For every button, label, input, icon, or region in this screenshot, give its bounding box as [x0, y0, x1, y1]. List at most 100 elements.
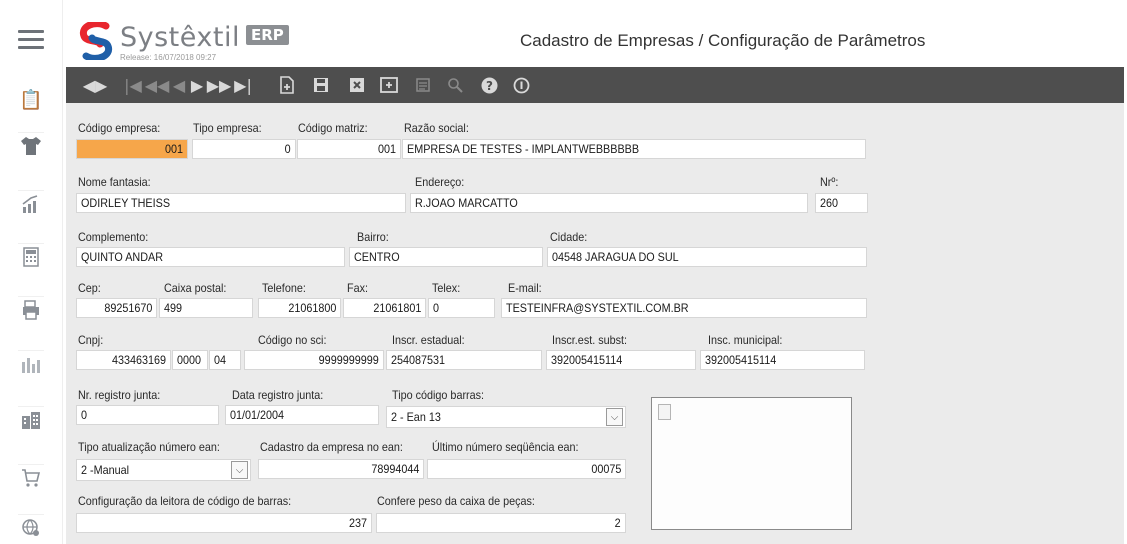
tipo-atualizacao-ean-label: Tipo atualização número ean:: [78, 440, 220, 454]
svg-text:?: ?: [486, 79, 493, 93]
data-registro-junta-field[interactable]: 01/01/2004: [225, 405, 379, 425]
search-icon[interactable]: [444, 73, 466, 97]
cadastro-empresa-ean-field[interactable]: 78994044: [258, 459, 424, 479]
caixa-postal-label: Caixa postal:: [164, 281, 227, 295]
clipboard-icon[interactable]: 📋: [18, 86, 44, 112]
fast-forward-icon[interactable]: ▶▶: [207, 73, 232, 97]
config-leitora-field[interactable]: 237: [76, 513, 372, 533]
telex-label: Telex:: [432, 281, 461, 295]
next-record-icon[interactable]: ▶: [190, 73, 204, 97]
copy-icon[interactable]: [378, 73, 400, 97]
help-icon[interactable]: ?: [478, 73, 500, 97]
numero-label: Nrº:: [820, 175, 839, 189]
ultimo-numero-ean-label: Último número seqüência ean:: [432, 440, 579, 454]
insc-municipal-label: Insc. municipal:: [708, 333, 783, 347]
chevron-down-icon[interactable]: ⌵: [231, 461, 248, 479]
tipo-atualizacao-ean-select[interactable]: 2 -Manual: [76, 459, 251, 481]
nr-registro-junta-field[interactable]: 0: [76, 405, 219, 425]
ultimo-numero-ean-field[interactable]: 00075: [427, 459, 626, 479]
prev-next-icon[interactable]: ◀▶: [78, 73, 112, 97]
cnpj-label: Cnpj:: [78, 333, 104, 347]
confere-peso-label: Confere peso da caixa de peças:: [377, 494, 535, 508]
inscr-est-subst-label: Inscr.est. subst:: [552, 333, 628, 347]
endereco-field[interactable]: R.JOAO MARCATTO: [410, 193, 808, 213]
printer-icon[interactable]: [18, 296, 44, 323]
confere-peso-field[interactable]: 2: [376, 513, 626, 533]
company-image-box[interactable]: [651, 397, 852, 530]
save-icon[interactable]: [310, 73, 332, 97]
cidade-name: JARAGUA DO SUL: [585, 250, 679, 264]
menu-icon[interactable]: [18, 30, 44, 50]
bairro-label: Bairro:: [357, 230, 389, 244]
fast-rewind-icon[interactable]: ◀◀: [145, 73, 170, 97]
factory-chart-icon[interactable]: [18, 350, 44, 377]
release-info: Release: 16/07/2018 09:27: [120, 53, 217, 62]
inscr-est-subst-field[interactable]: 392005415114: [546, 350, 696, 370]
codigo-matriz-field[interactable]: 001: [297, 139, 401, 159]
tipo-empresa-field[interactable]: 0: [192, 139, 296, 159]
endereco-label: Endereço:: [415, 175, 465, 189]
cep-field[interactable]: 89251670: [76, 298, 157, 318]
calculator-icon[interactable]: [18, 243, 44, 270]
razao-social-label: Razão social:: [404, 121, 469, 135]
fax-field[interactable]: 21061801: [343, 298, 426, 318]
numero-field[interactable]: 260: [815, 193, 868, 213]
globe-settings-icon[interactable]: [18, 514, 44, 541]
fax-label: Fax:: [347, 281, 369, 295]
nome-fantasia-field[interactable]: ODIRLEY THEISS: [76, 193, 406, 213]
logo-mark-icon: [79, 22, 113, 60]
report-icon[interactable]: [412, 73, 434, 97]
codigo-matriz-label: Código matriz:: [298, 121, 368, 135]
cep-label: Cep:: [78, 281, 101, 295]
caixa-postal-field[interactable]: 499: [159, 298, 253, 318]
insc-municipal-field[interactable]: 392005415114: [700, 350, 865, 370]
inscr-estadual-field[interactable]: 254087531: [386, 350, 542, 370]
logo-badge: ERP: [246, 25, 289, 45]
cnpj-part1-field[interactable]: 433463169: [76, 350, 171, 370]
first-record-icon[interactable]: |◀: [124, 73, 142, 97]
telex-field[interactable]: 0: [428, 298, 495, 318]
new-record-icon[interactable]: [276, 73, 298, 97]
cadastro-empresa-ean-label: Cadastro da empresa no ean:: [260, 440, 403, 454]
nome-fantasia-label: Nome fantasia:: [78, 175, 151, 189]
chevron-down-icon[interactable]: ⌵: [606, 408, 623, 426]
chart-icon[interactable]: [18, 190, 44, 217]
shirt-icon[interactable]: [18, 132, 44, 159]
broken-image-icon: [658, 404, 671, 420]
sidebar: 📋: [0, 0, 63, 544]
last-record-icon[interactable]: ▶|: [234, 73, 252, 97]
app-logo: Systêxtil ERP Release: 16/07/2018 09:27: [76, 18, 316, 66]
email-field[interactable]: TESTEINFRA@SYSTEXTIL.COM.BR: [501, 298, 867, 318]
telefone-label: Telefone:: [262, 281, 306, 295]
data-registro-junta-label: Data registro junta:: [232, 388, 324, 402]
buildings-icon[interactable]: [18, 406, 44, 433]
logo-text: Systêxtil: [120, 22, 240, 53]
cidade-code: 04548: [552, 250, 583, 264]
tipo-empresa-label: Tipo empresa:: [193, 121, 262, 135]
prev-record-icon[interactable]: ◀: [172, 73, 186, 97]
codigo-empresa-field[interactable]: 001: [76, 139, 188, 159]
info-icon[interactable]: [510, 73, 532, 97]
codigo-sci-field[interactable]: 9999999999: [244, 350, 384, 370]
page-title: Cadastro de Empresas / Configuração de P…: [520, 31, 926, 50]
toolbar: ◀▶ |◀ ◀◀ ◀ ▶ ▶▶ ▶| ?: [66, 67, 1124, 103]
config-leitora-label: Configuração da leitora de código de bar…: [78, 494, 292, 508]
cnpj-part2-field[interactable]: 0000: [172, 350, 208, 370]
razao-social-field[interactable]: EMPRESA DE TESTES - IMPLANTWEBBBBBB: [402, 139, 866, 159]
tipo-codigo-barras-select[interactable]: 2 - Ean 13: [386, 406, 626, 428]
codigo-sci-label: Código no sci:: [258, 333, 327, 347]
cidade-field[interactable]: 04548 JARAGUA DO SUL: [547, 247, 867, 267]
nr-registro-junta-label: Nr. registro junta:: [78, 388, 161, 402]
tipo-codigo-barras-label: Tipo código barras:: [392, 388, 485, 402]
cnpj-part3-field[interactable]: 04: [209, 350, 241, 370]
delete-icon[interactable]: [346, 73, 368, 97]
complemento-field[interactable]: QUINTO ANDAR: [76, 247, 345, 267]
telefone-field[interactable]: 21061800: [258, 298, 341, 318]
inscr-estadual-label: Inscr. estadual:: [392, 333, 465, 347]
cart-icon[interactable]: [18, 464, 44, 491]
codigo-empresa-label: Código empresa:: [78, 121, 161, 135]
cidade-label: Cidade:: [550, 230, 588, 244]
complemento-label: Complemento:: [78, 230, 149, 244]
bairro-field[interactable]: CENTRO: [349, 247, 543, 267]
email-label: E-mail:: [508, 281, 542, 295]
